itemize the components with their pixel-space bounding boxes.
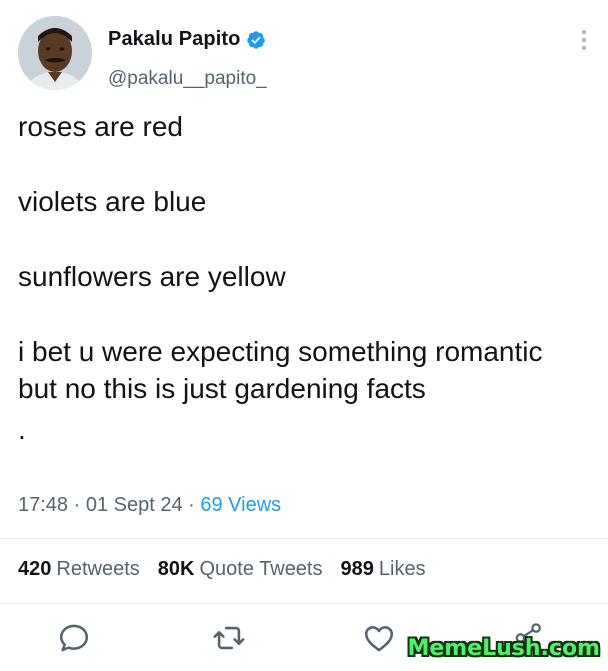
tweet-date[interactable]: 01 Sept 24 bbox=[86, 494, 183, 516]
reply-icon[interactable] bbox=[57, 621, 91, 655]
tweet-line: sunflowers are yellow bbox=[18, 261, 286, 292]
quotes-stat[interactable]: 80K Quote Tweets bbox=[158, 558, 323, 581]
tweet-line: i bet u were expecting something romanti… bbox=[18, 336, 543, 404]
avatar[interactable] bbox=[18, 16, 92, 90]
tweet-line: . bbox=[18, 414, 26, 445]
tweet-stats: 420 Retweets 80K Quote Tweets 989 Likes bbox=[18, 558, 426, 581]
tweet-meta: 17:48 · 01 Sept 24 · 69 Views bbox=[18, 494, 281, 517]
divider bbox=[0, 538, 608, 539]
tweet-header: Pakalu Papito @pakalu__papito_ bbox=[18, 16, 590, 96]
more-options-icon[interactable] bbox=[580, 30, 588, 54]
like-icon[interactable] bbox=[362, 621, 396, 655]
tweet-text: roses are red violets are blue sunflower… bbox=[18, 108, 588, 448]
avatar-image bbox=[18, 16, 92, 90]
tweet-line: violets are blue bbox=[18, 186, 207, 217]
watermark-logo: MemeLush.com bbox=[407, 636, 600, 661]
meta-separator: · bbox=[188, 494, 201, 516]
tweet-line: roses are red bbox=[18, 111, 183, 142]
retweets-stat[interactable]: 420 Retweets bbox=[18, 558, 140, 581]
views-count[interactable]: 69 Views bbox=[200, 494, 281, 516]
display-name[interactable]: Pakalu Papito bbox=[108, 28, 240, 51]
user-handle[interactable]: @pakalu__papito_ bbox=[108, 68, 267, 90]
likes-stat[interactable]: 989 Likes bbox=[341, 558, 426, 581]
divider bbox=[0, 603, 608, 604]
name-row: Pakalu Papito bbox=[108, 28, 266, 51]
tweet-time[interactable]: 17:48 bbox=[18, 494, 68, 516]
meta-separator: · bbox=[73, 494, 86, 516]
retweet-icon[interactable] bbox=[212, 621, 246, 655]
verified-badge-icon bbox=[247, 30, 266, 49]
